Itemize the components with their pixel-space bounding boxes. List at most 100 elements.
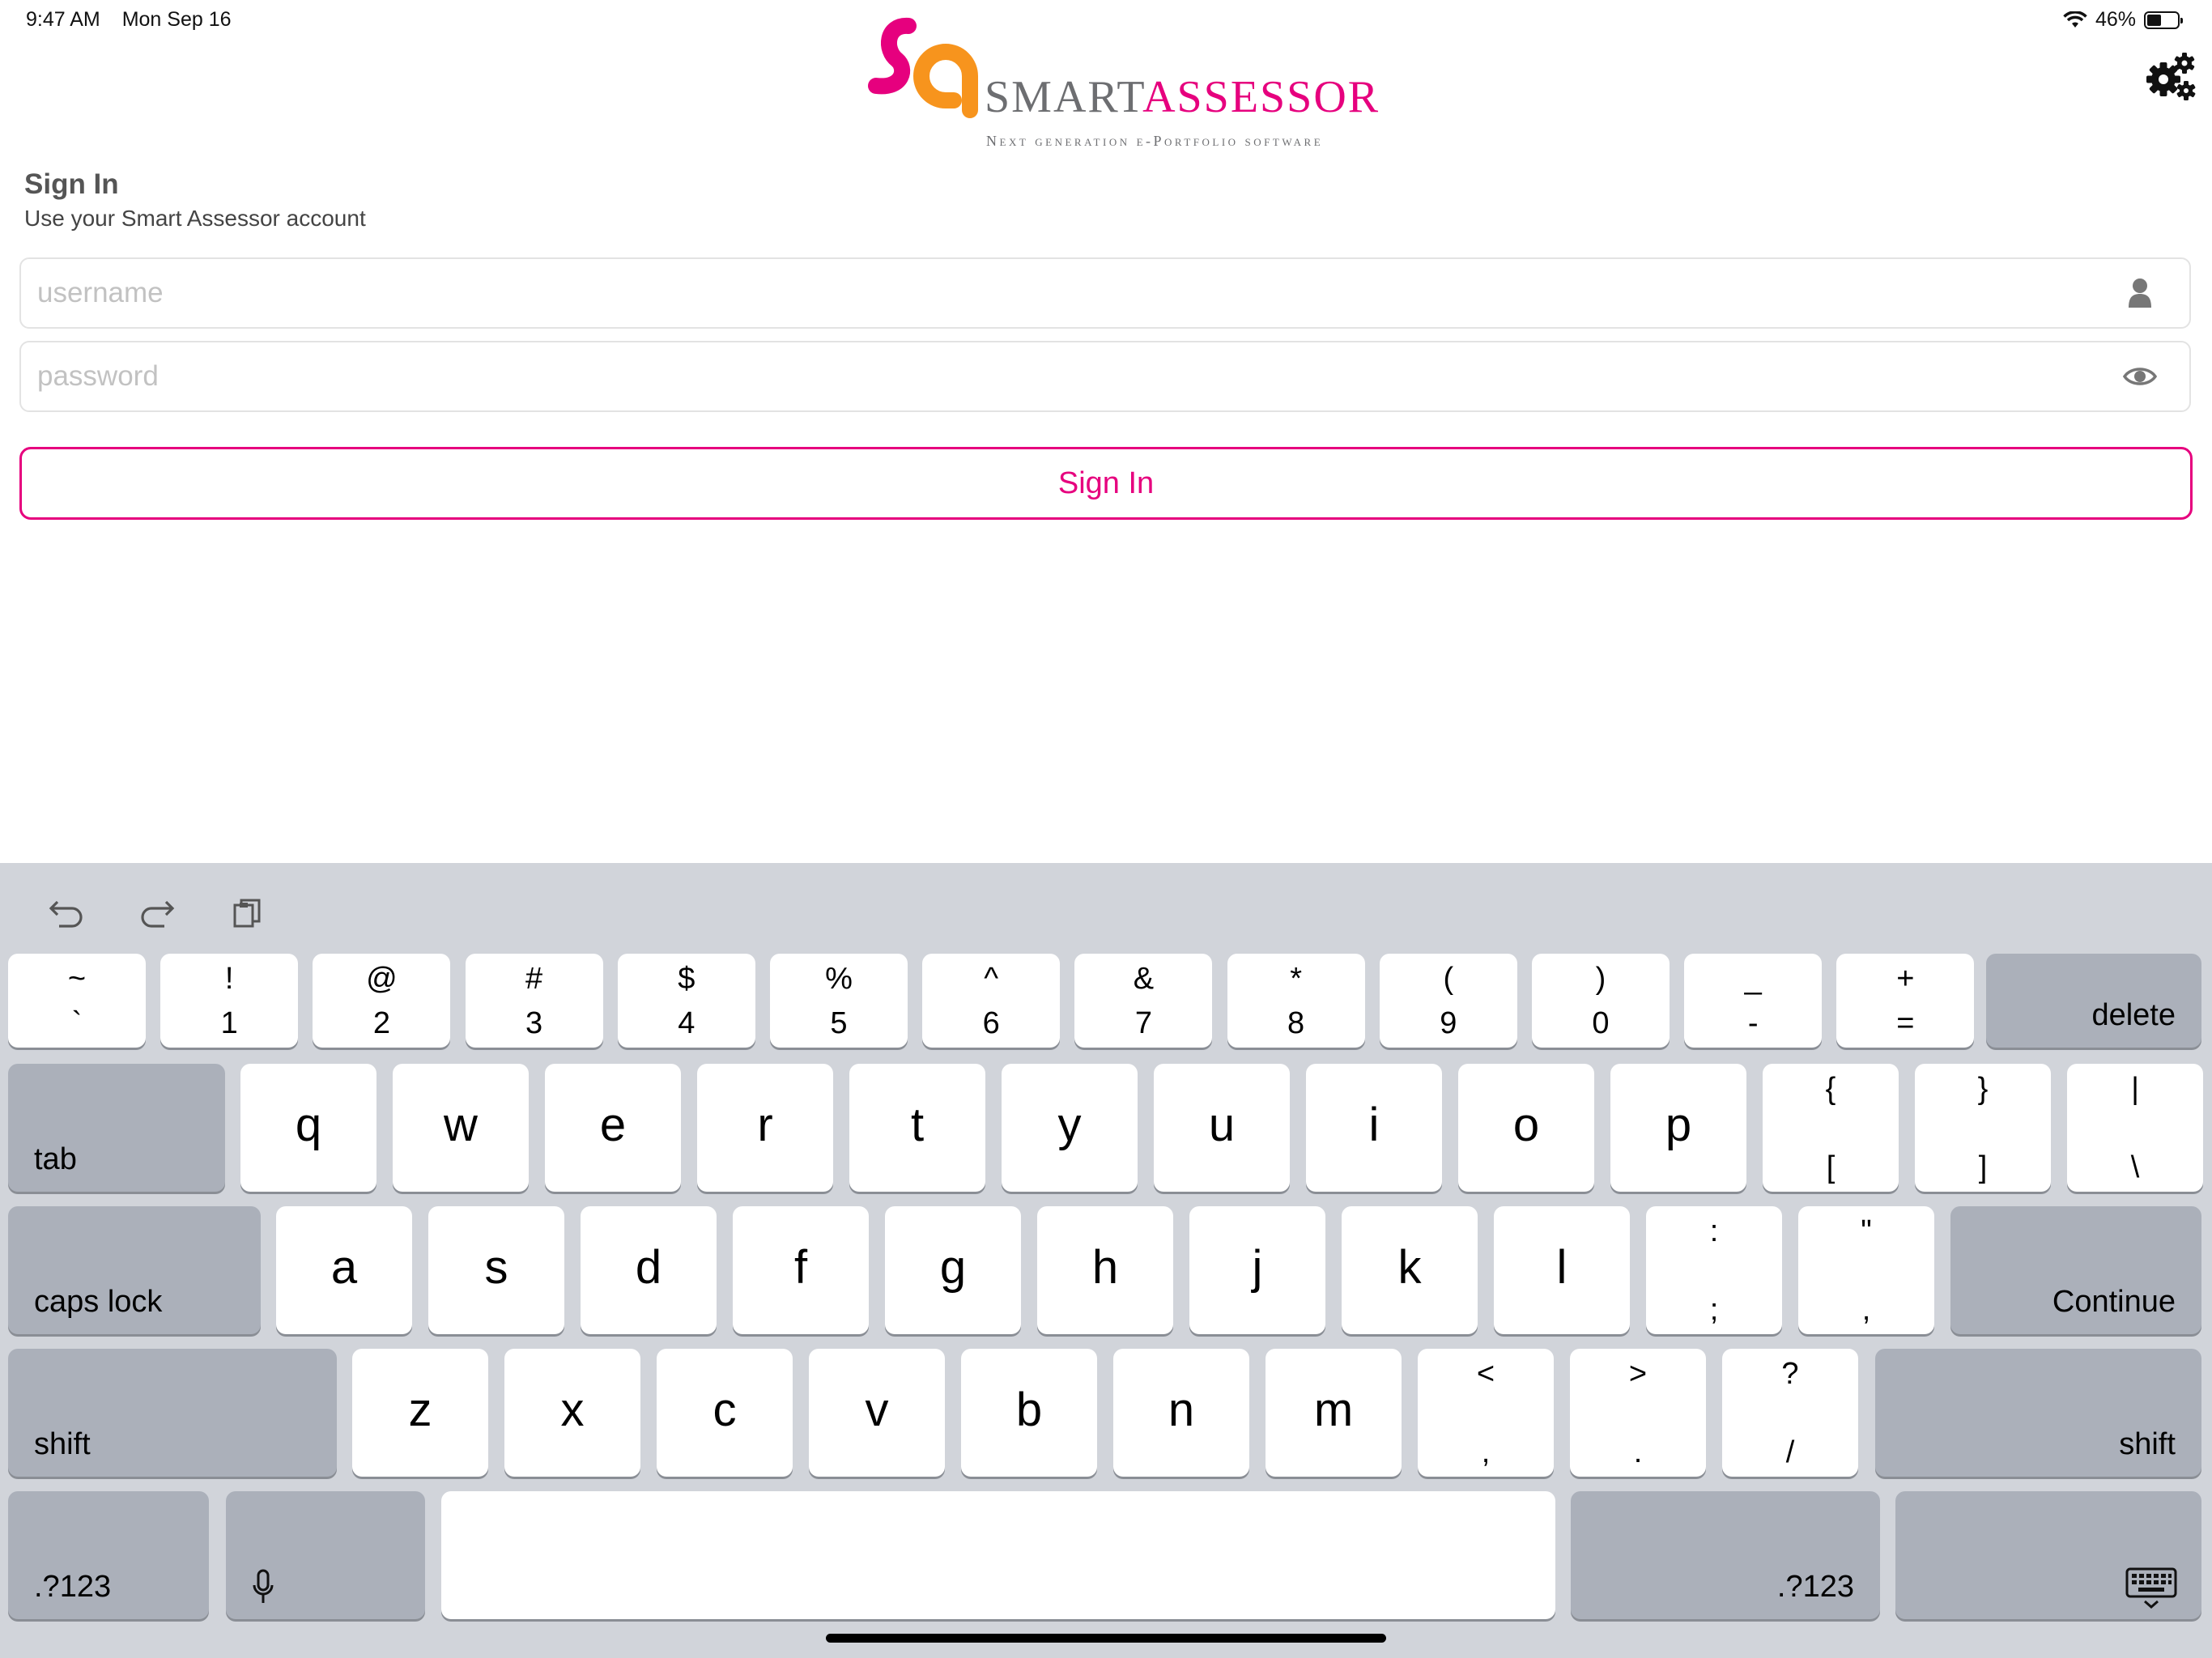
key-symbol: = [1896,1006,1915,1040]
space-key[interactable] [441,1491,1555,1619]
key-y[interactable]: y [1002,1064,1138,1192]
shift-left-key[interactable]: shift [8,1349,337,1477]
eye-icon[interactable] [2112,348,2168,405]
battery-icon [2144,11,2183,29]
key-j[interactable]: j [1189,1206,1325,1334]
key-shift-symbol: " [1861,1214,1872,1248]
status-bar-right: 46% [2063,8,2183,32]
key-o[interactable]: o [1458,1064,1594,1192]
logo-wordmark: SMARTASSESSOR [985,71,1380,123]
key-t[interactable]: t [849,1064,985,1192]
key-b[interactable]: b [961,1349,1097,1477]
key-c[interactable]: c [657,1349,793,1477]
password-input[interactable] [21,359,2112,393]
redo-icon[interactable] [131,887,183,939]
settings-gear-icon[interactable] [2144,50,2197,104]
delete-key[interactable]: delete [1986,954,2201,1048]
key-2[interactable]: @2 [313,954,451,1048]
page-title: Sign In [24,168,119,200]
username-field[interactable] [19,257,2191,329]
key-v[interactable]: v [809,1349,945,1477]
logo-word-smart: SMART [985,72,1143,122]
key-z[interactable]: z [352,1349,488,1477]
key-x[interactable]: x [504,1349,640,1477]
home-indicator [826,1634,1386,1643]
key-symbol: - [1747,1006,1759,1040]
key-symbol: 5 [830,1006,848,1040]
key-][interactable]: }] [1915,1064,2051,1192]
key-d[interactable]: d [581,1206,717,1334]
key-=[interactable]: + = [1836,954,1975,1048]
user-icon [2112,265,2168,321]
key-label: o [1512,1099,1540,1152]
logo-word-assessor: ASSESSOR [1142,72,1380,122]
key-shift-symbol: | [2131,1072,2139,1106]
key-symbol: 6 [982,1006,1000,1040]
key-[[interactable]: {[ [1763,1064,1899,1192]
keyboard-dismiss-icon [2125,1567,2177,1609]
username-input[interactable] [21,276,2112,310]
key-label: v [865,1384,889,1437]
key-symbol: 0 [1592,1006,1610,1040]
key-w[interactable]: w [393,1064,529,1192]
numbers-right-key[interactable]: .?123 [1571,1491,1880,1619]
sa-logo-mark [868,18,978,118]
key-7[interactable]: & 7 [1074,954,1213,1048]
key-l[interactable]: l [1494,1206,1630,1334]
key-5[interactable]: % 5 [770,954,908,1048]
caps-lock-key[interactable]: caps lock [8,1206,261,1334]
key-label: r [757,1099,773,1152]
key-,[interactable]: ", [1798,1206,1934,1334]
key-0[interactable]: ) 0 [1532,954,1670,1048]
key-3[interactable]: #3 [465,954,603,1048]
key-symbol: ` [71,1006,83,1040]
key-,[interactable]: <, [1418,1349,1554,1477]
key--[interactable]: _ - [1684,954,1823,1048]
key-g[interactable]: g [885,1206,1021,1334]
key-h[interactable]: h [1037,1206,1173,1334]
key-q[interactable]: q [240,1064,376,1192]
continue-key[interactable]: Continue [1950,1206,2201,1334]
key-m[interactable]: m [1266,1349,1402,1477]
shift-right-key[interactable]: shift [1875,1349,2201,1477]
dictation-key[interactable] [226,1491,425,1619]
key-.[interactable]: >. [1570,1349,1706,1477]
key-e[interactable]: e [545,1064,681,1192]
key-shift-symbol: $ [678,962,696,996]
key-;[interactable]: :; [1646,1206,1782,1334]
numbers-left-key[interactable]: .?123 [8,1491,209,1619]
key-r[interactable]: r [697,1064,833,1192]
key-8[interactable]: * 8 [1227,954,1365,1048]
status-date: Mon Sep 16 [121,8,232,31]
key-4[interactable]: $4 [617,954,755,1048]
key-label: z [408,1384,432,1437]
password-field[interactable] [19,341,2191,412]
key-symbol: ; [1709,1293,1719,1327]
key-shift-symbol: ? [1781,1357,1799,1391]
battery-fill [2147,14,2161,26]
battery-percent: 46% [2095,8,2136,31]
key-/[interactable]: ? / [1722,1349,1858,1477]
key-`[interactable]: ~ ` [8,954,146,1048]
key-symbol: 8 [1287,1006,1305,1040]
sign-in-button[interactable]: Sign In [19,447,2193,520]
key-i[interactable]: i [1306,1064,1442,1192]
shift-key-label: shift [34,1427,91,1461]
key-n[interactable]: n [1113,1349,1249,1477]
tab-key[interactable]: tab [8,1064,225,1192]
key-1[interactable]: ! 1 [160,954,299,1048]
paste-icon[interactable] [222,887,274,939]
key-shift-symbol: { [1825,1072,1836,1106]
key-label: k [1397,1241,1422,1295]
key-s[interactable]: s [428,1206,564,1334]
key-f[interactable]: f [733,1206,869,1334]
hide-keyboard-key[interactable] [1895,1491,2201,1619]
key-9[interactable]: (9 [1379,954,1517,1048]
key-p[interactable]: p [1610,1064,1746,1192]
key-u[interactable]: u [1154,1064,1290,1192]
key-a[interactable]: a [276,1206,412,1334]
key-\[interactable]: | \ [2067,1064,2203,1192]
key-6[interactable]: ^ 6 [922,954,1061,1048]
key-k[interactable]: k [1342,1206,1478,1334]
undo-icon[interactable] [40,887,92,939]
